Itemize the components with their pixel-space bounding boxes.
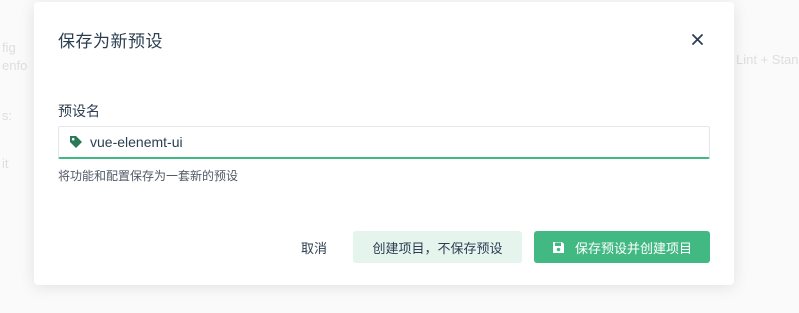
create-without-save-button[interactable]: 创建项目，不保存预设 [353,231,522,263]
dialog-title: 保存为新预设 [58,32,163,52]
preset-name-input[interactable] [90,134,670,150]
preset-name-label: 预设名 [58,104,100,120]
save-and-create-button[interactable]: 保存预设并创建项目 [534,231,710,263]
preset-name-field[interactable] [58,126,710,159]
save-preset-dialog: 保存为新预设 预设名 将功能和配置保存为一套新的预设 取消 创建项目，不保存预设… [34,2,734,285]
close-icon [691,33,703,45]
save-and-create-label: 保存预设并创建项目 [574,241,692,257]
save-icon [552,241,565,254]
preset-hint-text: 将功能和配置保存为一套新的预设 [58,169,239,183]
cancel-button[interactable]: 取消 [286,231,342,263]
tag-icon [69,135,83,149]
close-button[interactable] [686,28,708,50]
